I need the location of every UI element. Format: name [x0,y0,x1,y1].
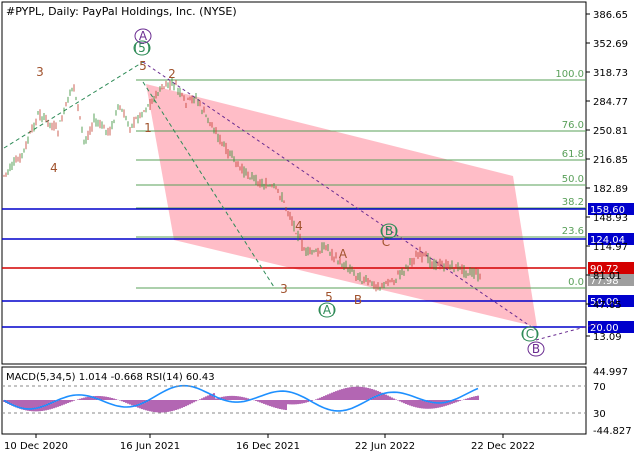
price-tick-label: 284.77 [593,97,628,108]
wave-label: 3 [280,282,288,296]
indicator-tick-label: 30 [593,409,606,420]
fibonacci-label: 50.0 [562,174,584,185]
price-tick-label: 182.89 [593,184,628,195]
time-tick-label: 10 Dec 2020 [4,441,68,452]
fibonacci-label: 61.8 [562,149,584,160]
fibonacci-label: 0.0 [568,277,584,288]
price-tick-label: 250.81 [593,126,628,137]
price-tick-label: 13.09 [593,332,622,343]
fibonacci-label: 38.2 [562,197,584,208]
wave-label: A [139,29,148,43]
wave-label: A [339,247,348,261]
wave-label: B [532,342,540,356]
time-tick-label: 16 Jun 2021 [120,441,180,452]
price-axis: 386.65 352.69 318.73 284.77 250.81 216.85 182.… [586,10,628,343]
wave-label: 4 [295,219,303,233]
price-tick-label: 81.01 [593,271,622,282]
wave-label: 1 [144,121,152,135]
price-chart: #PYPL, Daily: PayPal Holdings, Inc. (NYS… [1,1,634,452]
wave-label: 5 [325,290,333,304]
wave-label: 2 [168,67,176,81]
time-tick-label: 22 Dec 2022 [471,441,535,452]
price-tick-label: 114.97 [593,242,628,253]
indicator-title: MACD(5,34,5) 1.014 -0.668 RSI(14) 60.43 [6,372,215,383]
price-tick-label: 386.65 [593,10,628,21]
indicator-tick-label: 70 [593,382,606,393]
indicator-tick-label: 44.997 [593,367,628,378]
wave-label: (B) [380,224,398,238]
wave-label: 3 [36,65,44,79]
wave-label: (A) [318,303,336,317]
wave-label: 4 [50,161,58,175]
chart-title: #PYPL, Daily: PayPal Holdings, Inc. (NYS… [6,5,237,18]
price-tick-label: 352.69 [593,39,628,50]
wave-label: 5 [139,59,147,73]
fibonacci-label: 76.0 [562,120,584,131]
time-axis: 10 Dec 2020 16 Jun 2021 16 Dec 2021 22 Jun … [4,434,535,452]
price-tick-label: 148.93 [593,213,628,224]
price-tick-label: 318.73 [593,68,628,79]
time-tick-label: 22 Jun 2022 [355,441,415,452]
indicator-tick-label: -44.827 [593,426,632,437]
fibonacci-label: 23.6 [562,226,584,237]
wave-label: (C) [521,327,539,341]
time-tick-label: 16 Dec 2021 [236,441,300,452]
price-tick-label: 216.85 [593,155,628,166]
fibonacci-label: 100.0 [555,69,584,80]
wave-label: B [354,293,362,307]
price-tick-label: 47.05 [593,300,622,311]
